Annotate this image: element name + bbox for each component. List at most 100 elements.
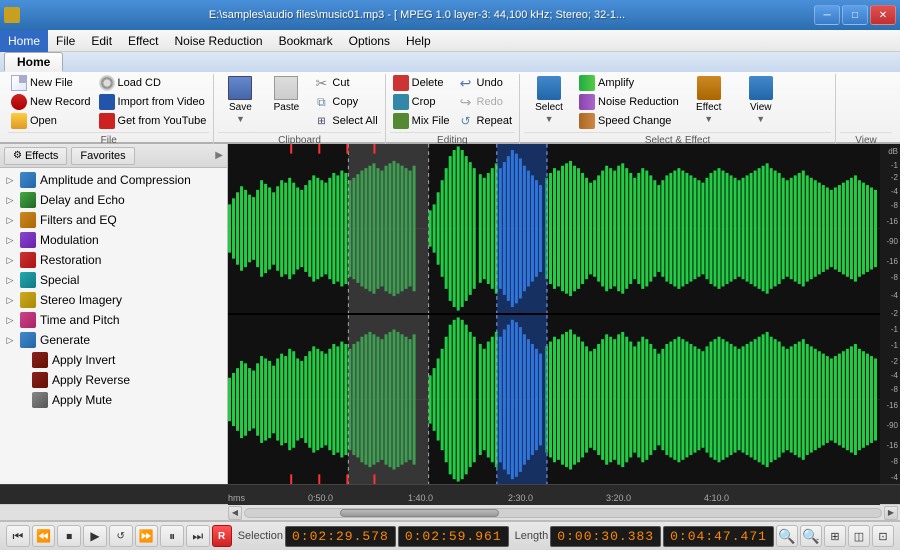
effects-tab-effects[interactable]: ⚙ Effects	[4, 147, 67, 165]
select-ribbon-button[interactable]: Select ▼	[524, 74, 574, 130]
get-youtube-button[interactable]: Get from YouTube	[96, 112, 210, 130]
new-record-button[interactable]: New Record	[8, 93, 94, 111]
transport-skip-forward[interactable]: ⏭	[186, 525, 210, 547]
effects-item-modulation[interactable]: ▷ Modulation	[0, 230, 227, 250]
open-button[interactable]: Open	[8, 112, 94, 130]
copy-label: Copy	[332, 96, 358, 108]
repeat-label: Repeat	[477, 115, 512, 127]
zoom-in-button[interactable]: 🔍	[776, 525, 798, 547]
waveform-area[interactable]: dB -1 -2 -4 -8 -16 -90 -16 -8 -4 -2 -1 -…	[228, 144, 900, 484]
modulation-label: Modulation	[40, 233, 99, 247]
tab-home[interactable]: Home	[4, 52, 63, 72]
titlebar-title: E:\samples\audio files\music01.mp3 - [ M…	[20, 9, 814, 21]
repeat-button[interactable]: ↺ Repeat	[455, 112, 515, 130]
hscrollbar-thumb[interactable]	[340, 509, 499, 517]
delete-icon	[393, 75, 409, 91]
view-button[interactable]: View ▼	[736, 74, 786, 130]
menu-options[interactable]: Options	[341, 30, 398, 52]
effects-tab-favorites[interactable]: Favorites	[71, 147, 134, 165]
effects-item-filters[interactable]: ▷ Filters and EQ	[0, 210, 227, 230]
load-cd-button[interactable]: Load CD	[96, 74, 210, 92]
filters-label: Filters and EQ	[40, 213, 117, 227]
transport-skip-back[interactable]: ⏮	[6, 525, 30, 547]
clipboard-small-col: ✂ Cut ⧉ Copy ⊞ Select All	[310, 74, 380, 130]
db-2: -2	[891, 174, 898, 182]
import-video-button[interactable]: Import from Video	[96, 93, 210, 111]
db-8b: -8	[891, 274, 898, 282]
close-button[interactable]: ✕	[870, 5, 896, 25]
ribbon-group-clipboard: Save ▼ Paste ✂ Cut ⧉ Copy	[214, 74, 385, 148]
special-label: Special	[40, 273, 79, 287]
effect-ribbon-button[interactable]: Effect ▼	[684, 74, 734, 130]
menu-bookmark[interactable]: Bookmark	[271, 30, 341, 52]
effects-item-generate[interactable]: ▷ Generate	[0, 330, 227, 350]
mix-file-button[interactable]: Mix File	[390, 112, 453, 130]
ribbon-file-col1: New File New Record Open	[8, 74, 94, 130]
menu-file[interactable]: File	[48, 30, 83, 52]
menu-help[interactable]: Help	[398, 30, 439, 52]
amplify-icon	[579, 75, 595, 91]
effects-item-amplitude[interactable]: ▷ Amplitude and Compression	[0, 170, 227, 190]
select-all-button[interactable]: ⊞ Select All	[310, 112, 380, 130]
effects-item-mute[interactable]: Apply Mute	[0, 390, 227, 410]
db-1b: -1	[891, 326, 898, 334]
transport-stop[interactable]: ⏹	[57, 525, 81, 547]
effects-item-time[interactable]: ▷ Time and Pitch	[0, 310, 227, 330]
save-icon	[228, 76, 252, 100]
transport-forward[interactable]: ⏩	[135, 525, 159, 547]
expand-delay-icon: ▷	[4, 194, 16, 206]
menu-home[interactable]: Home	[0, 30, 48, 52]
new-file-button[interactable]: New File	[8, 74, 94, 92]
amplify-button[interactable]: Amplify	[576, 74, 682, 92]
waveform-canvas-container	[228, 144, 880, 484]
effects-item-special[interactable]: ▷ Special	[0, 270, 227, 290]
zoom-fit-button[interactable]: ⊞	[824, 525, 846, 547]
db2-4: -4	[891, 372, 898, 380]
transport-pause[interactable]: ⏸	[160, 525, 184, 547]
cut-button[interactable]: ✂ Cut	[310, 74, 380, 92]
menu-edit[interactable]: Edit	[83, 30, 120, 52]
waveform-svg-bottom	[228, 315, 880, 484]
effects-item-restoration[interactable]: ▷ Restoration	[0, 250, 227, 270]
repeat-icon: ↺	[458, 113, 474, 129]
zoom-out-button[interactable]: 🔍-	[800, 525, 822, 547]
waveform-track-top[interactable]	[228, 144, 880, 315]
scroll-right-arrow[interactable]: ▶	[884, 506, 898, 520]
effects-item-invert[interactable]: Apply Invert	[0, 350, 227, 370]
waveform-track-bottom[interactable]	[228, 315, 880, 484]
transport-loop[interactable]: ↺	[109, 525, 133, 547]
amplify-label: Amplify	[598, 77, 634, 89]
effects-item-stereo[interactable]: ▷ Stereo Imagery	[0, 290, 227, 310]
transport-rewind[interactable]: ⏪	[32, 525, 56, 547]
delete-button[interactable]: Delete	[390, 74, 453, 92]
menu-noise[interactable]: Noise Reduction	[167, 30, 271, 52]
effects-item-reverse[interactable]: Apply Reverse	[0, 370, 227, 390]
select-all-label: Select All	[332, 115, 377, 127]
minimize-button[interactable]: ─	[814, 5, 840, 25]
maximize-button[interactable]: □	[842, 5, 868, 25]
invert-icon	[32, 352, 48, 368]
undo-button[interactable]: ↩ Undo	[455, 74, 515, 92]
undo-icon: ↩	[458, 75, 474, 91]
effects-scroll-right[interactable]: ▶	[215, 150, 223, 161]
scroll-left-arrow[interactable]: ◀	[228, 506, 242, 520]
zoom-sel2-button[interactable]: ⊡	[872, 525, 894, 547]
reverse-label: Apply Reverse	[52, 373, 130, 387]
zoom-sel-button[interactable]: ◫	[848, 525, 870, 547]
effects-item-delay[interactable]: ▷ Delay and Echo	[0, 190, 227, 210]
save-button[interactable]: Save ▼	[218, 74, 262, 130]
transport-play[interactable]: ▶	[83, 525, 107, 547]
titlebar-left	[4, 7, 20, 23]
ribbon-select-effect-items: Select ▼ Amplify Noise Reduction Speed C…	[524, 74, 831, 130]
menu-effect[interactable]: Effect	[120, 30, 166, 52]
ribbon-editing-items: Delete Crop Mix File ↩ Undo	[390, 74, 515, 130]
cut-label: Cut	[332, 77, 349, 89]
db-ruler: dB -1 -2 -4 -8 -16 -90 -16 -8 -4 -2 -1 -…	[880, 144, 900, 484]
paste-button[interactable]: Paste	[264, 74, 308, 130]
record-button[interactable]: R	[212, 525, 232, 547]
noise-reduction-button[interactable]: Noise Reduction	[576, 93, 682, 111]
speed-change-button[interactable]: Speed Change	[576, 112, 682, 130]
hscrollbar-track[interactable]	[244, 508, 882, 518]
copy-button[interactable]: ⧉ Copy	[310, 93, 380, 111]
crop-button[interactable]: Crop	[390, 93, 453, 111]
